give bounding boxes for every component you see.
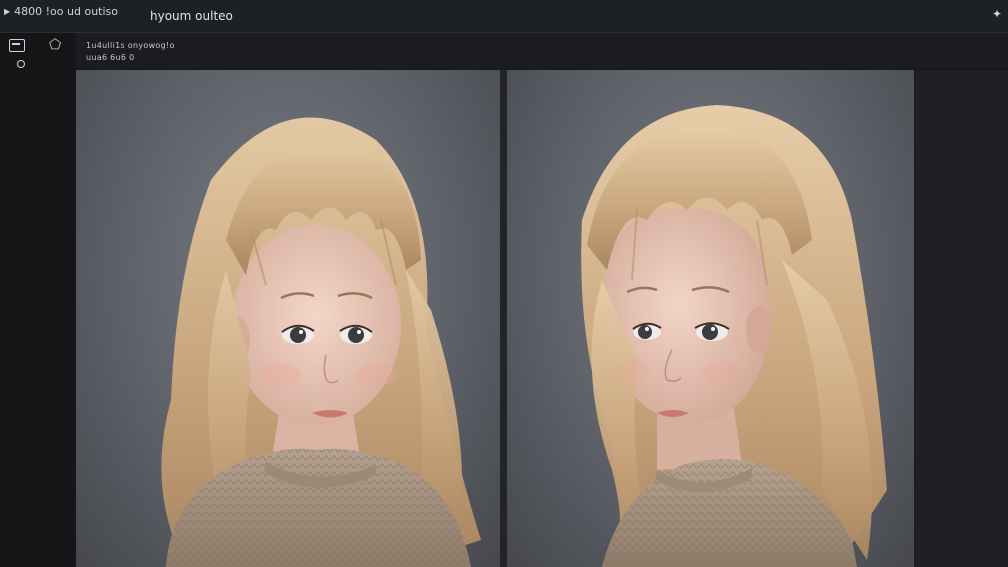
left-portrait-panel[interactable]: [76, 70, 500, 567]
right-portrait-panel[interactable]: [507, 70, 914, 567]
right-portrait-image: [581, 105, 887, 567]
tag-icon[interactable]: ⬠: [49, 37, 61, 53]
image-viewer: [76, 70, 916, 567]
image-info-line-2: uua6 6u6 0: [86, 53, 135, 62]
panel-divider[interactable]: [500, 70, 507, 567]
app-menu-label: 4800 !oo ud outiso: [14, 5, 118, 18]
title-bar: ▶ 4800 !oo ud outiso hyoum oulteo ✦: [0, 0, 1008, 33]
sidebar: ⬠: [0, 33, 74, 567]
window-title: hyoum oulteo: [150, 9, 233, 23]
panel-icon[interactable]: [9, 39, 25, 52]
circle-icon[interactable]: [17, 60, 25, 68]
app-menu[interactable]: ▶ 4800 !oo ud outiso: [4, 5, 118, 18]
play-icon: ▶: [4, 7, 11, 16]
right-sidebar-strip: [916, 70, 1008, 567]
puzzle-icon[interactable]: ✦: [992, 7, 1002, 21]
image-info-line-1: 1u4ulli1s onyowog!o: [86, 41, 175, 50]
image-info-bar: 1u4ulli1s onyowog!o uua6 6u6 0: [76, 33, 1008, 69]
left-portrait-image: [161, 117, 481, 567]
